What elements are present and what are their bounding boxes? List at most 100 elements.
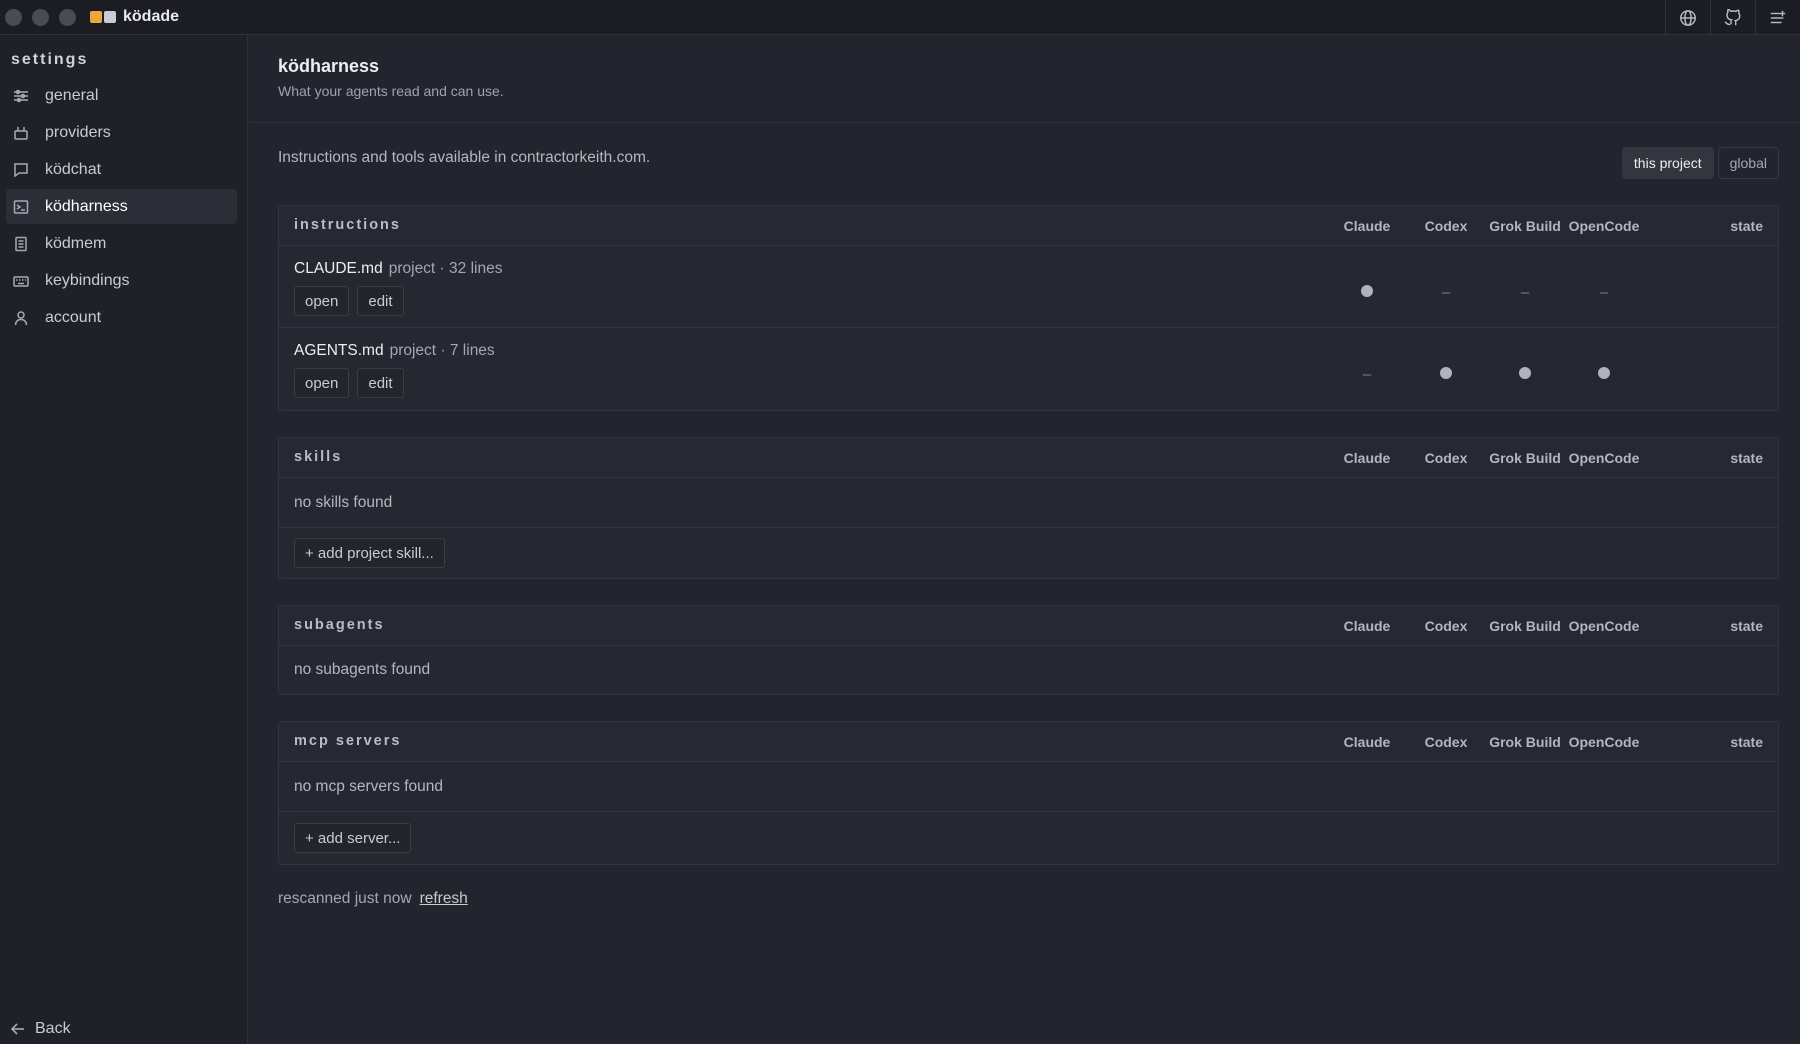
sidebar-item-label: ködharness — [45, 197, 128, 215]
sidebar-item-label: ködchat — [45, 160, 102, 178]
card-header: skills Claude Codex Grok Build OpenCode … — [279, 438, 1778, 478]
instruction-row: AGENTS.md project · 7 lines open edit – — [279, 328, 1778, 410]
col-state: state — [1730, 218, 1763, 234]
card-title: instructions — [294, 217, 401, 233]
sidebar-item-kodchat[interactable]: ködchat — [6, 152, 237, 187]
col-state: state — [1730, 450, 1763, 466]
book-icon — [12, 235, 30, 253]
sidebar-item-account[interactable]: account — [6, 300, 237, 335]
terminal-icon — [12, 198, 30, 216]
not-supported-dash: – — [1599, 284, 1609, 301]
sidebar-item-label: providers — [45, 123, 111, 141]
keyboard-icon — [12, 272, 30, 290]
col-grok-build: Grok Build — [1489, 450, 1561, 466]
edit-button[interactable]: edit — [357, 286, 404, 316]
maximize-window-button[interactable] — [59, 8, 76, 26]
scope-description: Instructions and tools available in cont… — [278, 149, 651, 166]
sidebar-nav: general providers ködchat ködharness köd… — [0, 78, 248, 337]
col-claude: Claude — [1343, 450, 1391, 466]
sidebar-item-kodmem[interactable]: ködmem — [6, 226, 237, 261]
sidebar-item-label: ködmem — [45, 234, 107, 252]
open-button[interactable]: open — [294, 368, 350, 398]
sidebar: settings general providers ködchat ködha… — [0, 35, 248, 1044]
main-content: ködharness What your agents read and can… — [249, 35, 1800, 1044]
menu-button[interactable] — [1755, 0, 1800, 35]
supported-dot-icon — [1598, 367, 1610, 379]
add-row: + add project skill... — [279, 528, 1778, 578]
sidebar-item-general[interactable]: general — [6, 78, 237, 113]
file-meta: project · 32 lines — [388, 260, 503, 277]
add-project-skill-button[interactable]: + add project skill... — [294, 538, 445, 568]
scan-status-text: rescanned just now — [278, 890, 412, 907]
col-state: state — [1730, 734, 1763, 750]
empty-message: no mcp servers found — [294, 778, 444, 795]
skills-card: skills Claude Codex Grok Build OpenCode … — [278, 437, 1779, 579]
col-opencode: OpenCode — [1568, 218, 1640, 234]
col-state: state — [1730, 618, 1763, 634]
col-claude: Claude — [1343, 218, 1391, 234]
page-subtitle: What your agents read and can use. — [278, 83, 504, 99]
globe-icon — [1680, 9, 1696, 26]
github-button[interactable] — [1710, 0, 1755, 35]
sidebar-item-providers[interactable]: providers — [6, 115, 237, 150]
col-codex: Codex — [1424, 618, 1468, 634]
not-supported-dash: – — [1441, 284, 1451, 301]
chat-icon — [12, 161, 30, 179]
file-name: CLAUDE.md — [294, 260, 383, 277]
scope-toggle: this project global — [1621, 147, 1779, 179]
card-title: subagents — [294, 617, 385, 633]
file-name: AGENTS.md — [294, 342, 384, 359]
col-codex: Codex — [1424, 734, 1468, 750]
card-header: subagents Claude Codex Grok Build OpenCo… — [279, 606, 1778, 646]
not-supported-dash: – — [1520, 284, 1530, 301]
scan-status: rescanned just now refresh — [278, 890, 468, 908]
col-codex: Codex — [1424, 218, 1468, 234]
col-grok-build: Grok Build — [1489, 618, 1561, 634]
empty-row: no skills found — [279, 478, 1778, 528]
instructions-card: instructions Claude Codex Grok Build Ope… — [278, 205, 1779, 411]
edit-button[interactable]: edit — [357, 368, 404, 398]
mcp-servers-card: mcp servers Claude Codex Grok Build Open… — [278, 721, 1779, 865]
file-meta: project · 7 lines — [389, 342, 495, 359]
plug-icon — [12, 124, 30, 142]
title-bar: ködade — [0, 0, 1800, 35]
sidebar-item-kodharness[interactable]: ködharness — [6, 189, 237, 224]
scope-global-button[interactable]: global — [1717, 147, 1779, 179]
col-opencode: OpenCode — [1568, 734, 1640, 750]
add-server-button[interactable]: + add server... — [294, 823, 412, 853]
support-codex: – — [1439, 284, 1453, 302]
app-logo — [90, 11, 116, 23]
empty-message: no skills found — [294, 494, 393, 511]
support-opencode — [1597, 366, 1611, 384]
app-title: ködade — [123, 8, 180, 25]
scope-this-project-button[interactable]: this project — [1621, 147, 1714, 179]
card-header: instructions Claude Codex Grok Build Ope… — [279, 206, 1778, 246]
sidebar-item-keybindings[interactable]: keybindings — [6, 263, 237, 298]
back-label: Back — [35, 1020, 71, 1037]
sliders-icon — [12, 87, 30, 105]
arrow-left-icon — [11, 1023, 24, 1035]
menu-plus-icon — [1770, 10, 1786, 23]
empty-row: no mcp servers found — [279, 762, 1778, 812]
support-opencode: – — [1597, 284, 1611, 302]
sidebar-item-label: general — [45, 86, 99, 104]
col-claude: Claude — [1343, 618, 1391, 634]
col-opencode: OpenCode — [1568, 450, 1640, 466]
support-grok-build: – — [1518, 284, 1532, 302]
minimize-window-button[interactable] — [32, 8, 49, 26]
not-supported-dash: – — [1362, 366, 1372, 383]
refresh-link[interactable]: refresh — [420, 890, 468, 907]
sidebar-title: settings — [11, 51, 89, 68]
globe-button[interactable] — [1665, 0, 1710, 35]
supported-dot-icon — [1519, 367, 1531, 379]
card-title: mcp servers — [294, 733, 402, 749]
support-grok-build — [1518, 366, 1532, 384]
back-button[interactable]: Back — [11, 1020, 71, 1038]
sidebar-item-label: account — [45, 308, 102, 326]
close-window-button[interactable] — [5, 8, 22, 26]
col-codex: Codex — [1424, 450, 1468, 466]
window-controls — [5, 8, 76, 26]
support-claude — [1360, 284, 1374, 302]
open-button[interactable]: open — [294, 286, 350, 316]
card-title: skills — [294, 449, 343, 465]
